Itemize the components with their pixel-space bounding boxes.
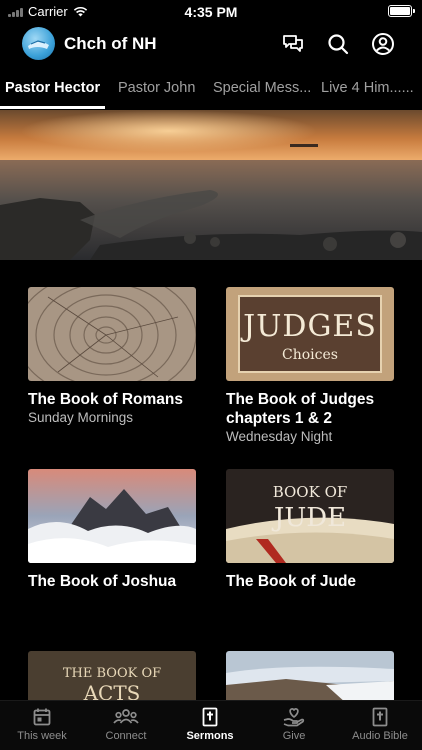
sermon-title: The Book of Judges chapters 1 & 2: [226, 391, 375, 427]
status-time: 4:35 PM: [184, 4, 238, 20]
nav-label: Sermons: [186, 730, 234, 742]
sermon-thumbnail: BOOK OF JUDE: [226, 469, 394, 563]
sermon-card-romans[interactable]: The Book of Romans Sunday Mornings: [28, 287, 196, 425]
nav-label: Audio Bible: [352, 730, 408, 742]
give-hand-icon: [283, 708, 305, 727]
nav-label: This week: [17, 730, 67, 742]
sermon-thumbnail: JUDGES Choices: [226, 287, 394, 381]
app-title: Chch of NH: [64, 34, 157, 53]
sermon-title: The Book of Joshua: [28, 573, 177, 590]
active-tab-indicator: [0, 106, 105, 109]
hero-banner-image: [0, 110, 422, 260]
thumbnail-text-the-book-of: THE BOOK OF: [62, 666, 162, 681]
nav-label: Give: [282, 730, 306, 742]
thumbnail-text-jude: JUDE: [273, 503, 347, 533]
nav-this-week[interactable]: This week: [0, 707, 84, 742]
chat-icon[interactable]: [281, 32, 305, 56]
people-icon: [113, 709, 139, 724]
search-icon[interactable]: [326, 32, 350, 56]
app-header: Chch of NH: [0, 24, 422, 64]
church-logo[interactable]: [22, 27, 55, 60]
bottom-navigation: This week Connect Sermons Give Audio Bib…: [0, 700, 422, 750]
sermon-card-joshua[interactable]: The Book of Joshua: [28, 469, 196, 591]
battery-icon: [388, 5, 415, 17]
sermon-card-judges[interactable]: JUDGES Choices The Book of Judges chapte…: [226, 287, 394, 444]
calendar-icon: [33, 708, 51, 726]
speaker-tabs: Pastor Hector Pastor John Special Mess..…: [0, 76, 422, 110]
sermon-title: The Book of Romans: [28, 391, 184, 408]
sermon-title: The Book of Jude: [226, 573, 357, 590]
status-bar: Carrier 4:35 PM: [0, 0, 422, 22]
nav-give[interactable]: Give: [252, 707, 336, 742]
tab-pastor-john[interactable]: Pastor John: [118, 80, 195, 96]
sermon-subtitle: Sunday Mornings: [28, 410, 134, 425]
bible-icon: [202, 707, 218, 727]
nav-sermons[interactable]: Sermons: [168, 707, 252, 742]
tab-pastor-hector[interactable]: Pastor Hector: [5, 80, 100, 96]
thumbnail-text-choices: Choices: [282, 347, 338, 363]
tab-live-4-him[interactable]: Live 4 Him......: [321, 80, 414, 96]
tab-special-messages[interactable]: Special Mess...: [213, 80, 311, 96]
profile-icon[interactable]: [371, 32, 395, 56]
thumbnail-text-judges: JUDGES: [243, 309, 377, 344]
audio-bible-icon: [372, 707, 388, 727]
sermon-thumbnail: [28, 287, 196, 381]
nav-audio-bible[interactable]: Audio Bible: [338, 707, 422, 742]
nav-connect[interactable]: Connect: [84, 707, 168, 742]
thumbnail-text-book-of: BOOK OF: [272, 483, 348, 501]
sermon-card-jude[interactable]: BOOK OF JUDE The Book of Jude: [226, 469, 394, 591]
nav-label: Connect: [105, 730, 147, 742]
sermon-thumbnail: [28, 469, 196, 563]
sermon-subtitle: Wednesday Night: [226, 429, 333, 444]
